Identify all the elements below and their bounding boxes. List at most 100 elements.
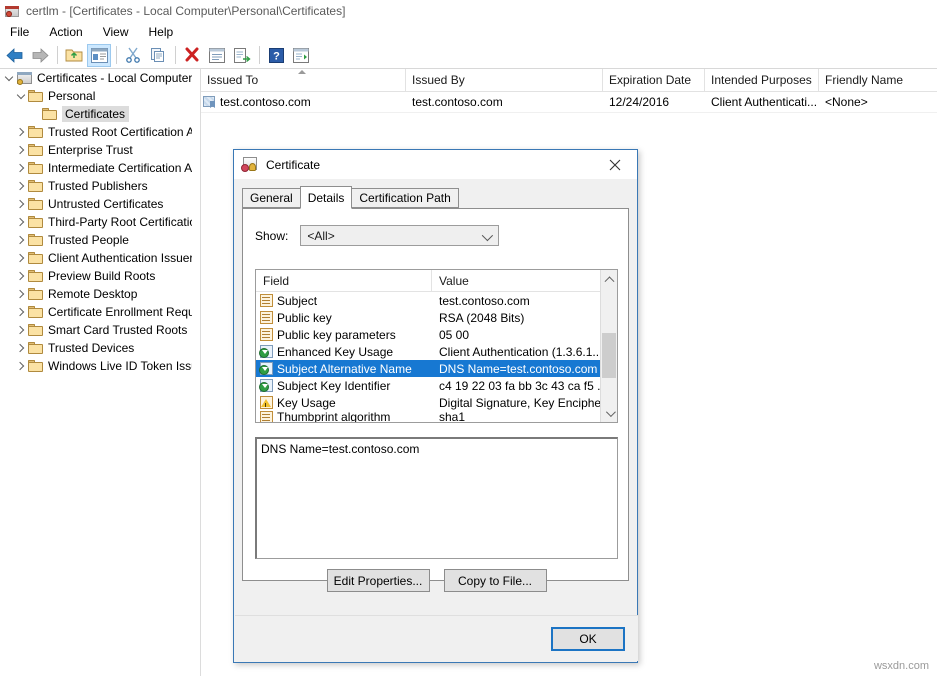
table-row[interactable]: test.contoso.com test.contoso.com 12/24/… — [201, 92, 937, 113]
field-row-public-key[interactable]: Public key RSA (2048 Bits) — [256, 309, 617, 326]
sidebar-item-certificates[interactable]: Certificates — [0, 105, 192, 123]
sort-ascending-icon — [298, 70, 306, 74]
sidebar-item-personal[interactable]: Personal — [0, 87, 192, 105]
forward-button[interactable] — [28, 44, 52, 67]
sidebar-item-trusted-root-ca[interactable]: Trusted Root Certification Au — [0, 123, 192, 141]
field-table: Field Value Subject test.contoso.com Pub… — [255, 269, 618, 423]
folder-icon — [28, 233, 44, 247]
sidebar-item-remote-desktop[interactable]: Remote Desktop — [0, 285, 192, 303]
column-header-intended-purposes[interactable]: Intended Purposes — [705, 69, 819, 91]
sidebar-item-enterprise-trust[interactable]: Enterprise Trust — [0, 141, 192, 159]
tree-expander[interactable] — [14, 339, 28, 357]
sidebar-item-intermediate-ca[interactable]: Intermediate Certification Au — [0, 159, 192, 177]
field-detail-textarea[interactable]: DNS Name=test.contoso.com — [255, 437, 618, 559]
value-column-header[interactable]: Value — [432, 270, 617, 291]
scrollbar-thumb[interactable] — [602, 333, 616, 378]
sidebar-item-trusted-publishers[interactable]: Trusted Publishers — [0, 177, 192, 195]
toolbar: ? — [0, 42, 937, 69]
field-doc-icon — [260, 294, 273, 307]
column-header-issued-to[interactable]: Issued To — [201, 69, 406, 91]
tree-expander[interactable] — [2, 69, 16, 87]
field-row-public-key-parameters[interactable]: Public key parameters 05 00 — [256, 326, 617, 343]
column-label: Issued By — [412, 73, 465, 87]
tab-general[interactable]: General — [242, 188, 301, 208]
show-dropdown[interactable]: <All> — [300, 225, 499, 246]
sidebar-item-preview-build-roots[interactable]: Preview Build Roots — [0, 267, 192, 285]
ok-button[interactable]: OK — [551, 627, 625, 651]
back-arrow-icon — [6, 48, 24, 63]
sidebar-item-windows-live-id-token-issuer[interactable]: Windows Live ID Token Issuer — [0, 357, 192, 375]
column-header-expiration-date[interactable]: Expiration Date — [603, 69, 705, 91]
field-name-cell: Subject Alternative Name — [256, 362, 432, 376]
sidebar-item-smart-card-trusted-roots[interactable]: Smart Card Trusted Roots — [0, 321, 192, 339]
scroll-up-button[interactable] — [601, 270, 617, 287]
column-header-issued-by[interactable]: Issued By — [406, 69, 603, 91]
tree-expander[interactable] — [14, 303, 28, 321]
help-button[interactable]: ? — [264, 44, 288, 67]
field-row-subject-key-identifier[interactable]: Subject Key Identifier c4 19 22 03 fa bb… — [256, 377, 617, 394]
tree-expander[interactable] — [14, 177, 28, 195]
field-row-subject[interactable]: Subject test.contoso.com — [256, 292, 617, 309]
menu-action[interactable]: Action — [39, 23, 92, 41]
column-header-friendly-name[interactable]: Friendly Name — [819, 69, 937, 91]
delete-button[interactable] — [180, 44, 204, 67]
tree-expander[interactable] — [14, 123, 28, 141]
menu-view[interactable]: View — [93, 23, 139, 41]
tree-expander[interactable] — [14, 159, 28, 177]
sidebar-item-trusted-people[interactable]: Trusted People — [0, 231, 192, 249]
field-name: Thumbprint algorithm — [277, 411, 390, 423]
export-arrow-icon — [234, 48, 251, 63]
field-row-thumbprint-algorithm[interactable]: Thumbprint algorithm sha1 — [256, 411, 617, 423]
sidebar-item-client-auth-issuers[interactable]: Client Authentication Issuers — [0, 249, 192, 267]
tree-root[interactable]: Certificates - Local Computer — [0, 69, 192, 87]
field-table-scrollbar[interactable] — [600, 270, 617, 422]
field-row-subject-alternative-name[interactable]: Subject Alternative Name DNS Name=test.c… — [256, 360, 617, 377]
sidebar-item-untrusted-certificates[interactable]: Untrusted Certificates — [0, 195, 192, 213]
copy-button[interactable] — [146, 44, 170, 67]
tree-expander[interactable] — [14, 213, 28, 231]
field-row-key-usage[interactable]: Key Usage Digital Signature, Key Enciphe… — [256, 394, 617, 411]
tree-expander[interactable] — [14, 231, 28, 249]
tree-expander[interactable] — [14, 87, 28, 105]
copy-to-file-button[interactable]: Copy to File... — [444, 569, 547, 592]
properties-button[interactable] — [205, 44, 229, 67]
back-button[interactable] — [3, 44, 27, 67]
sidebar-item-third-party-root-ca[interactable]: Third-Party Root Certification — [0, 213, 192, 231]
export-button[interactable] — [230, 44, 254, 67]
pane-splitter[interactable] — [192, 69, 201, 676]
tab-details[interactable]: Details — [300, 186, 353, 209]
refresh-view-button[interactable] — [289, 44, 313, 67]
cut-button[interactable] — [121, 44, 145, 67]
show-filter-row: Show: <All> — [255, 225, 628, 246]
tree-expander[interactable] — [14, 267, 28, 285]
tab-certification-path[interactable]: Certification Path — [351, 188, 458, 208]
window-titlebar: certlm - [Certificates - Local Computer\… — [0, 0, 937, 22]
field-column-header[interactable]: Field — [256, 270, 432, 291]
sidebar-item-label: Untrusted Certificates — [48, 197, 163, 211]
tree-expander[interactable] — [14, 141, 28, 159]
field-doc-icon — [260, 328, 273, 341]
sidebar-item-certificate-enrollment-requests[interactable]: Certificate Enrollment Reque: — [0, 303, 192, 321]
scroll-down-button[interactable] — [601, 405, 617, 422]
tree-expander[interactable] — [14, 357, 28, 375]
close-button[interactable] — [593, 150, 637, 179]
field-row-enhanced-key-usage[interactable]: Enhanced Key Usage Client Authentication… — [256, 343, 617, 360]
tree-expander[interactable] — [14, 285, 28, 303]
menu-help[interactable]: Help — [139, 23, 184, 41]
menu-file[interactable]: File — [0, 23, 39, 41]
edit-properties-button[interactable]: Edit Properties... — [327, 569, 430, 592]
sidebar-item-label: Trusted Publishers — [48, 179, 148, 193]
show-dropdown-value: <All> — [307, 229, 334, 243]
tree-expander[interactable] — [14, 249, 28, 267]
up-one-level-button[interactable] — [62, 44, 86, 67]
tree-expander[interactable] — [14, 321, 28, 339]
tree-expander[interactable] — [14, 195, 28, 213]
certificates-console-icon — [4, 3, 20, 19]
cell-expiration-date: 12/24/2016 — [603, 95, 705, 109]
sidebar-item-trusted-devices[interactable]: Trusted Devices — [0, 339, 192, 357]
column-label: Friendly Name — [825, 73, 903, 87]
show-hide-console-tree-button[interactable] — [87, 44, 111, 67]
folder-icon — [28, 305, 44, 319]
field-value: Digital Signature, Key Encipher... — [432, 396, 617, 410]
cell-issued-to: test.contoso.com — [201, 95, 406, 109]
